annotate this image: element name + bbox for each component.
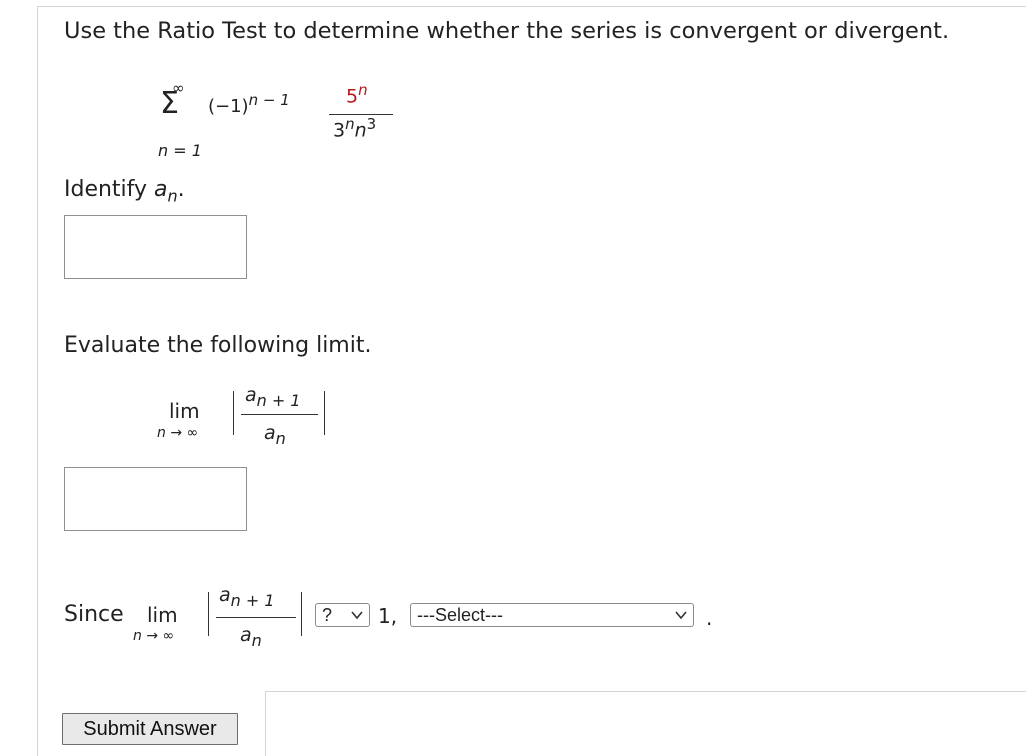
sign-exponent: n − 1 xyxy=(248,91,290,109)
since-label: Since xyxy=(64,602,124,627)
denominator-base-1: 3 xyxy=(333,119,346,142)
an-answer-input[interactable] xyxy=(64,215,247,279)
ratio-fraction-bar xyxy=(241,414,318,415)
conclusion-num-sub: n + 1 xyxy=(230,590,275,610)
sum-lower-limit: n = 1 xyxy=(158,141,202,160)
abs-bar-right xyxy=(324,391,325,435)
content-frame-left-border xyxy=(37,6,38,756)
conclusion-ratio-numerator: an + 1 xyxy=(219,584,275,610)
lim-subscript: n → ∞ xyxy=(157,425,199,441)
ratio-denominator: an xyxy=(264,422,286,448)
conclusion-lim-subscript: n → ∞ xyxy=(133,628,175,644)
identify-label: Identify an. xyxy=(64,177,185,205)
identify-sub: n xyxy=(167,186,178,206)
sigma-symbol: Σ xyxy=(160,86,179,121)
ratio-num-var: a xyxy=(245,384,257,406)
conclusion-lim-text: lim xyxy=(147,603,178,627)
evaluate-label: Evaluate the following limit. xyxy=(64,333,372,358)
series-denominator: 3nn3 xyxy=(333,115,376,141)
chevron-down-icon xyxy=(351,611,363,620)
denominator-base-2: n xyxy=(354,119,367,142)
numerator-base: 5 xyxy=(346,85,359,108)
numerator-exponent: n xyxy=(358,81,368,99)
limit-answer-input[interactable] xyxy=(64,467,247,531)
question-prompt: Use the Ratio Test to determine whether … xyxy=(64,18,950,44)
comparison-value-one: 1, xyxy=(378,604,398,628)
conclusion-abs-bar-right xyxy=(301,592,302,636)
ratio-num-sub: n + 1 xyxy=(256,390,301,410)
convergence-select[interactable]: ---Select--- xyxy=(410,603,694,627)
sign-base: (−1) xyxy=(208,96,249,117)
conclusion-ratio-denominator: an xyxy=(240,624,262,650)
denominator-exponent-1: n xyxy=(345,115,355,133)
identify-var: a xyxy=(154,177,168,202)
ratio-den-var: a xyxy=(264,422,276,444)
sentence-period: . xyxy=(706,606,713,630)
denominator-exponent-2: 3 xyxy=(366,115,377,133)
submit-answer-button[interactable]: Submit Answer xyxy=(62,713,238,745)
footer-area-left-border xyxy=(265,691,266,756)
identify-suffix: . xyxy=(177,177,185,202)
lim-text: lim xyxy=(169,399,200,423)
conclusion-den-var: a xyxy=(240,624,252,646)
convergence-selected-value: ---Select--- xyxy=(417,605,503,625)
ratio-numerator: an + 1 xyxy=(245,384,301,410)
content-frame-top-border xyxy=(37,6,1026,7)
identify-text: Identify xyxy=(64,177,155,202)
comparison-selected-value: ? xyxy=(322,605,333,625)
comparison-select[interactable]: ? xyxy=(315,603,370,627)
conclusion-den-sub: n xyxy=(251,630,262,650)
series-numerator: 5n xyxy=(346,81,368,107)
ratio-den-sub: n xyxy=(275,428,286,448)
chevron-down-icon xyxy=(675,611,687,620)
conclusion-num-var: a xyxy=(219,584,231,606)
footer-area-border xyxy=(265,691,1026,692)
conclusion-abs-bar-left xyxy=(208,592,209,636)
alternating-sign: (−1)n − 1 xyxy=(208,91,290,117)
conclusion-fraction-bar xyxy=(216,617,296,618)
abs-bar-left xyxy=(233,391,234,435)
